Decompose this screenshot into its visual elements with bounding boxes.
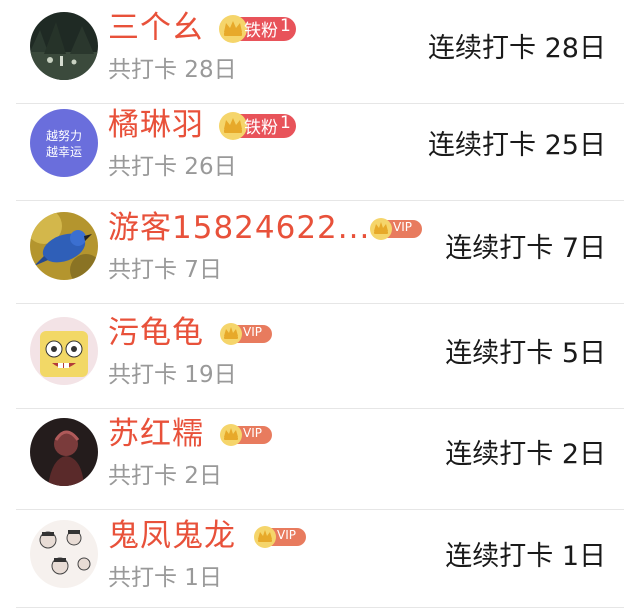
list-item[interactable]: 污龟龟 VIP 共打卡 19日 连续打卡 5日: [0, 305, 640, 409]
cartoon-sponge-avatar-icon: [30, 317, 98, 385]
user-name[interactable]: 苏红糯: [108, 408, 204, 453]
total-checkins: 共打卡 2日: [108, 463, 222, 489]
sketch-faces-avatar-icon: [30, 520, 98, 588]
avatar[interactable]: [30, 317, 98, 385]
list-item[interactable]: 三个幺 铁粉 1 共打卡 28日 连续打卡 28日: [0, 0, 640, 104]
streak-checkins: 连续打卡 7日: [445, 233, 606, 264]
user-name[interactable]: 污龟龟: [108, 307, 204, 352]
total-checkins: 共打卡 26日: [108, 154, 237, 180]
total-checkins: 共打卡 19日: [108, 362, 237, 388]
total-checkins: 共打卡 1日: [108, 565, 222, 591]
blue-bird-avatar-icon: [30, 212, 98, 280]
total-checkins: 共打卡 28日: [108, 57, 237, 83]
badge-level: 1: [280, 113, 291, 133]
user-name[interactable]: 游客15824622...: [108, 202, 370, 247]
avatar[interactable]: [30, 12, 98, 80]
badge-label: VIP: [243, 426, 262, 440]
streak-checkins: 连续打卡 5日: [445, 338, 606, 369]
badge-label: VIP: [277, 528, 296, 542]
vip-badge: VIP: [218, 420, 274, 448]
user-name[interactable]: 鬼凤鬼龙: [108, 510, 236, 555]
vip-badge: VIP: [218, 319, 274, 347]
badge-label: VIP: [243, 325, 262, 339]
list-item[interactable]: 游客15824622... VIP 共打卡 7日 连续打卡 7日: [0, 200, 640, 304]
badge-level: 1: [280, 16, 291, 36]
list-item[interactable]: 苏红糯 VIP 共打卡 2日 连续打卡 2日: [0, 406, 640, 510]
badge-label: 铁粉: [244, 118, 278, 138]
badge-label: 铁粉: [244, 21, 278, 41]
fan-badge: 铁粉 1: [218, 111, 298, 140]
user-name[interactable]: 橘琳羽: [108, 99, 204, 144]
avatar[interactable]: [30, 212, 98, 280]
badge-label: VIP: [393, 220, 412, 234]
streak-checkins: 连续打卡 1日: [445, 541, 606, 572]
vip-badge: VIP: [368, 214, 424, 242]
avatar-text-1: 越努力: [46, 128, 82, 143]
night-forest-avatar-icon: [30, 12, 98, 80]
avatar[interactable]: 越努力 越幸运: [30, 109, 98, 177]
fan-badge: 铁粉 1: [218, 14, 298, 43]
avatar[interactable]: [30, 520, 98, 588]
avatar[interactable]: [30, 418, 98, 486]
streak-checkins: 连续打卡 28日: [428, 33, 606, 64]
divider: [16, 303, 624, 304]
dark-figure-avatar-icon: [30, 418, 98, 486]
streak-checkins: 连续打卡 2日: [445, 439, 606, 470]
streak-checkins: 连续打卡 25日: [428, 130, 606, 161]
divider: [16, 607, 624, 608]
total-checkins: 共打卡 7日: [108, 257, 222, 283]
list-item[interactable]: 越努力 越幸运 橘琳羽 铁粉 1 共打卡 26日 连续打卡 25日: [0, 97, 640, 201]
avatar-text-2: 越幸运: [46, 145, 82, 159]
list-item[interactable]: 鬼凤鬼龙 VIP 共打卡 1日 连续打卡 1日: [0, 508, 640, 612]
vip-badge: VIP: [252, 522, 308, 550]
user-name[interactable]: 三个幺: [108, 2, 204, 47]
text-logo-avatar-icon: 越努力 越幸运: [30, 109, 98, 177]
